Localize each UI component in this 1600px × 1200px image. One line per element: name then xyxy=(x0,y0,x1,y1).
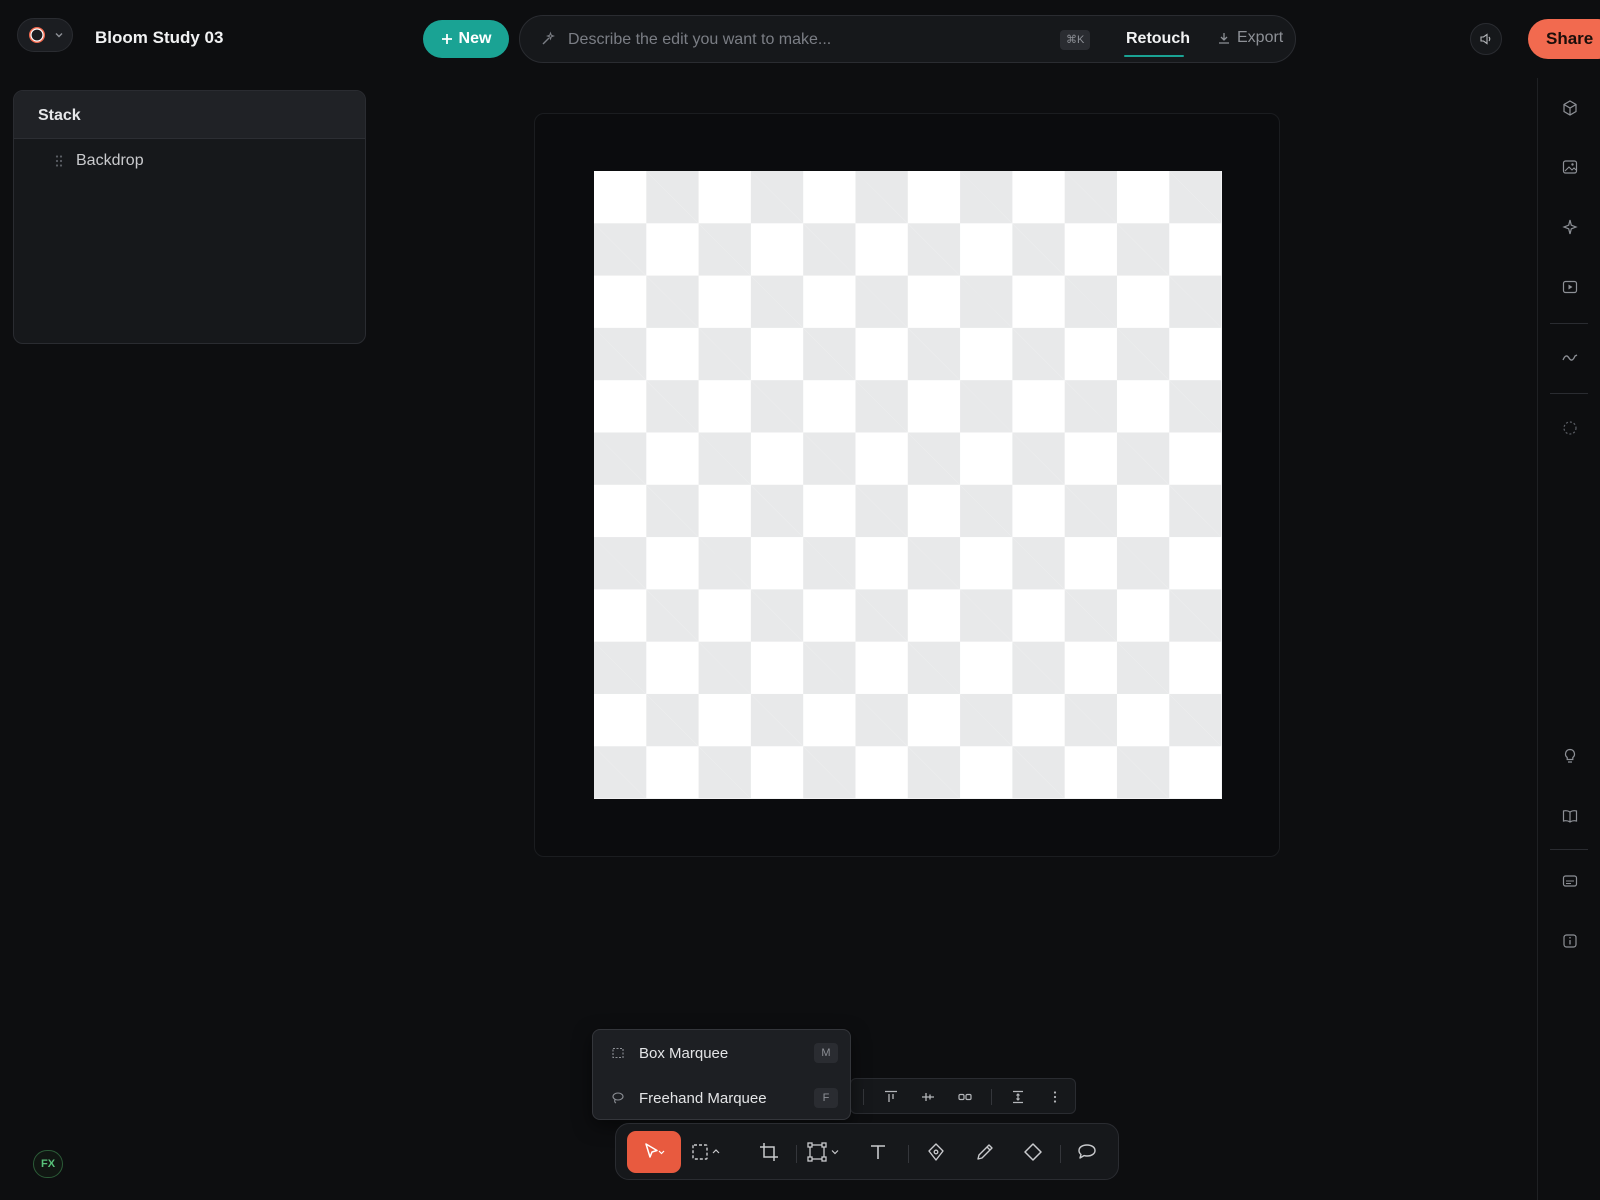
pen-tool-button[interactable] xyxy=(916,1135,956,1169)
marquee-icon xyxy=(691,1143,725,1161)
book-icon[interactable] xyxy=(1556,802,1584,830)
speaker-icon xyxy=(1479,32,1493,46)
transform-icon xyxy=(807,1142,843,1162)
pen-icon xyxy=(926,1142,946,1162)
caption-icon[interactable] xyxy=(1556,867,1584,895)
lasso-icon xyxy=(611,1091,625,1105)
app-menu-button[interactable] xyxy=(17,18,73,52)
crop-tool-button[interactable] xyxy=(749,1135,789,1169)
box-marquee-icon xyxy=(611,1046,625,1060)
toolbar-separator xyxy=(991,1089,992,1105)
download-icon xyxy=(1217,31,1231,45)
fx-badge[interactable]: FX xyxy=(33,1150,63,1178)
wave-icon[interactable] xyxy=(1556,344,1584,372)
transparent-canvas[interactable] xyxy=(594,171,1222,799)
menu-item-label: Box Marquee xyxy=(639,1044,729,1062)
share-button[interactable]: Share xyxy=(1528,19,1600,59)
new-button-label: New xyxy=(458,30,492,47)
toolbar-separator xyxy=(863,1089,864,1105)
app-logo-icon xyxy=(28,26,46,44)
lightbulb-icon[interactable] xyxy=(1556,742,1584,770)
active-tab-indicator xyxy=(1124,55,1184,57)
plus-icon xyxy=(441,33,453,45)
layer-item-backdrop[interactable]: Backdrop xyxy=(14,143,365,179)
layers-panel-title: Stack xyxy=(14,91,365,139)
align-top-icon[interactable] xyxy=(881,1087,901,1107)
align-middle-icon[interactable] xyxy=(918,1087,938,1107)
shortcut-badge: F xyxy=(814,1088,838,1108)
dotted-circle-icon[interactable] xyxy=(1556,414,1584,442)
diamond-icon xyxy=(1023,1142,1043,1162)
chevron-down-icon xyxy=(54,30,64,40)
sound-button[interactable] xyxy=(1470,23,1502,55)
video-icon[interactable] xyxy=(1556,273,1584,301)
pointer-icon xyxy=(643,1142,665,1162)
rail-separator xyxy=(1550,323,1588,324)
drag-handle-icon[interactable] xyxy=(54,154,64,168)
new-button[interactable]: New xyxy=(423,20,509,58)
layer-name: Backdrop xyxy=(76,152,144,169)
edit-prompt-bar: ⌘K Retouch Export xyxy=(519,15,1296,63)
text-tool-button[interactable] xyxy=(858,1135,898,1169)
shape-tool-button[interactable] xyxy=(1013,1135,1053,1169)
align-toolbar xyxy=(850,1078,1076,1114)
shortcut-badge: M xyxy=(814,1043,838,1063)
rail-separator xyxy=(1550,393,1588,394)
sparkle-icon xyxy=(540,31,556,47)
toolbar-separator xyxy=(1060,1145,1061,1163)
tab-export[interactable]: Export xyxy=(1217,29,1283,47)
vertical-spacing-icon[interactable] xyxy=(1008,1087,1028,1107)
pointer-tool-button[interactable] xyxy=(627,1131,681,1173)
toolbar-separator xyxy=(908,1145,909,1163)
comment-tool-button[interactable] xyxy=(1067,1135,1107,1169)
pencil-icon xyxy=(975,1142,995,1162)
main-toolbar xyxy=(615,1123,1119,1180)
info-icon[interactable] xyxy=(1556,927,1584,955)
edit-prompt-input[interactable] xyxy=(568,28,1028,52)
prompt-shortcut-badge: ⌘K xyxy=(1060,30,1091,50)
tab-retouch[interactable]: Retouch xyxy=(1126,30,1190,48)
menu-item-box-marquee[interactable]: Box Marquee M xyxy=(593,1033,850,1073)
tab-export-label: Export xyxy=(1237,29,1284,46)
toolbar-separator xyxy=(796,1145,797,1163)
transform-tool-button[interactable] xyxy=(804,1135,846,1169)
cube-icon[interactable] xyxy=(1556,94,1584,122)
menu-item-freehand-marquee[interactable]: Freehand Marquee F xyxy=(593,1078,850,1118)
document-title[interactable]: Bloom Study 03 xyxy=(95,28,223,48)
rail-separator xyxy=(1550,849,1588,850)
marquee-dropdown-menu: Box Marquee M Freehand Marquee F xyxy=(592,1029,851,1120)
crop-icon xyxy=(759,1142,779,1162)
sparkle-icon[interactable] xyxy=(1556,213,1584,241)
menu-item-label: Freehand Marquee xyxy=(639,1089,767,1107)
distribute-icon[interactable] xyxy=(955,1087,975,1107)
image-icon[interactable] xyxy=(1556,153,1584,181)
pencil-tool-button[interactable] xyxy=(965,1135,1005,1169)
layers-panel: Stack Backdrop xyxy=(13,90,366,344)
comment-icon xyxy=(1076,1142,1098,1162)
right-rail-divider xyxy=(1537,78,1538,1200)
more-options-icon[interactable] xyxy=(1045,1087,1065,1107)
marquee-tool-button[interactable] xyxy=(688,1135,728,1169)
text-icon xyxy=(868,1142,888,1162)
